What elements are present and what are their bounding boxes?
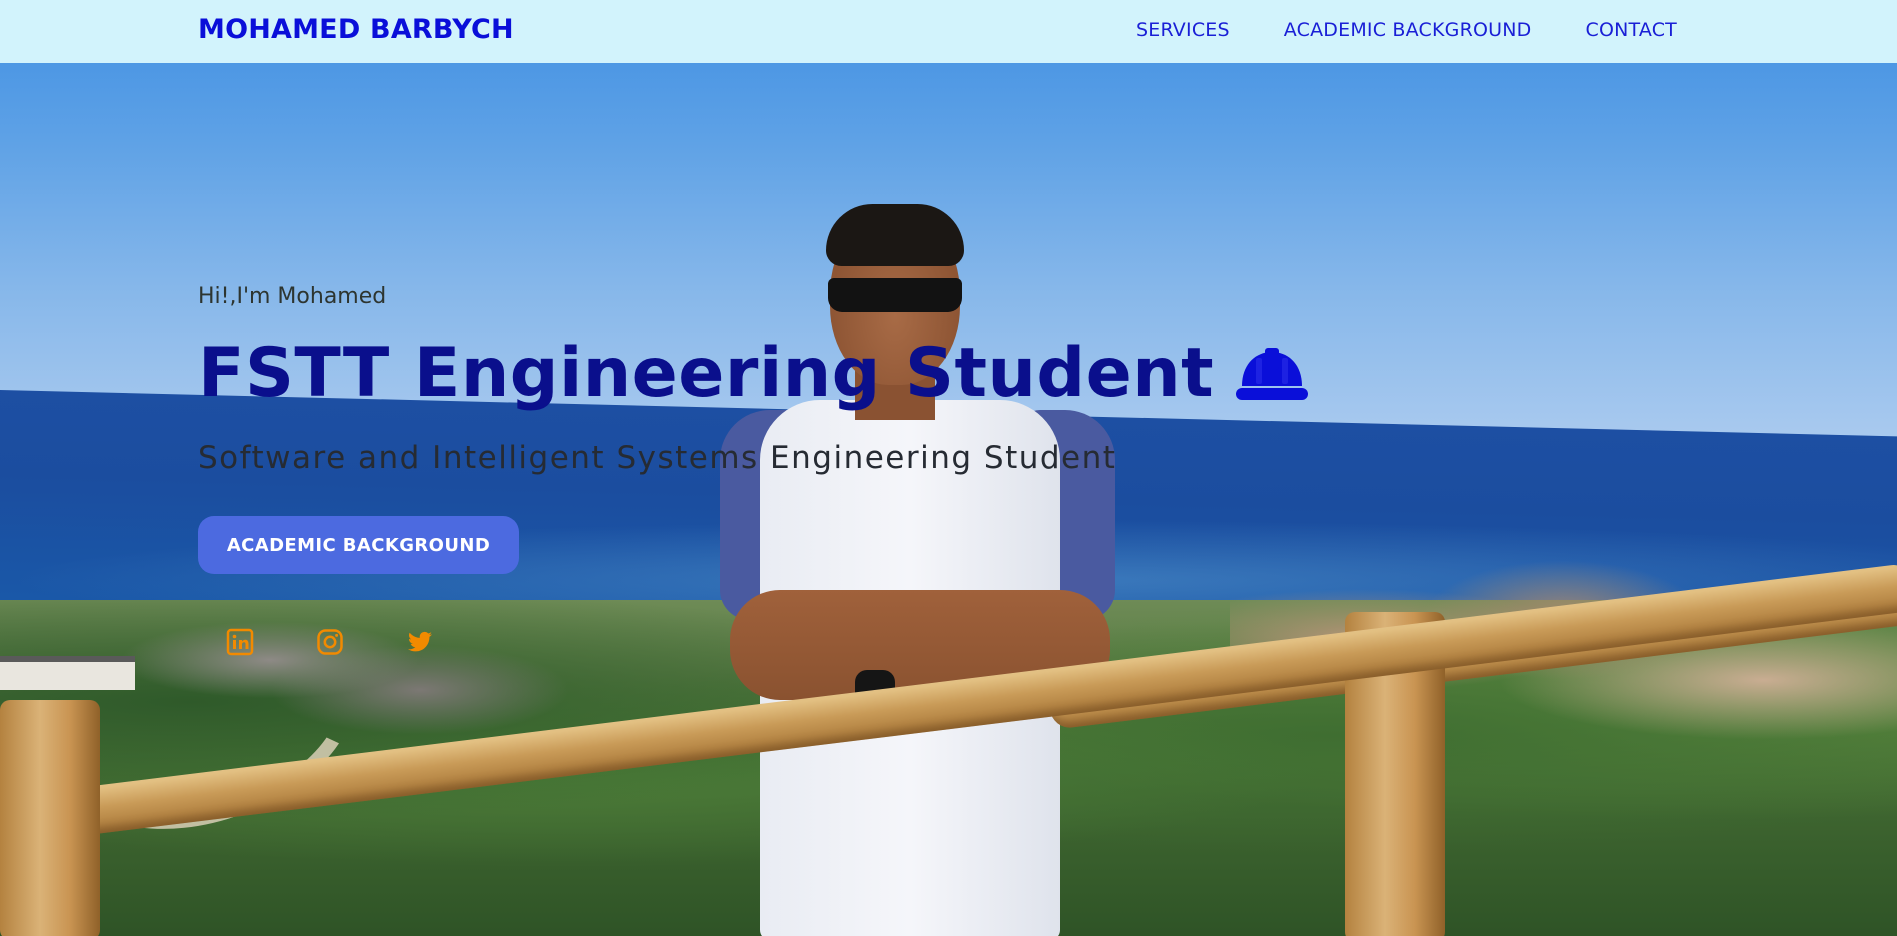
- helmet-icon: [1234, 344, 1310, 404]
- hero-headline: FSTT Engineering Student: [198, 334, 1310, 413]
- twitter-icon[interactable]: [406, 628, 434, 656]
- linkedin-icon[interactable]: [226, 628, 254, 656]
- academic-background-button[interactable]: ACADEMIC BACKGROUND: [198, 516, 519, 574]
- building: [0, 656, 135, 690]
- social-links: [226, 628, 434, 656]
- nav-link-services[interactable]: SERVICES: [1136, 19, 1230, 41]
- nav-link-contact[interactable]: CONTACT: [1585, 19, 1677, 41]
- navbar: MOHAMED BARBYCH SERVICES ACADEMIC BACKGR…: [0, 0, 1897, 63]
- brand-logo[interactable]: MOHAMED BARBYCH: [198, 14, 514, 45]
- hero-headline-text: FSTT Engineering Student: [198, 334, 1215, 413]
- person-photo: [720, 200, 1140, 936]
- hero-greeting: Hi!,I'm Mohamed: [198, 284, 387, 309]
- hair: [826, 204, 964, 266]
- nav-links: SERVICES ACADEMIC BACKGROUND CONTACT: [1136, 19, 1677, 41]
- fence-post-left: [0, 700, 100, 936]
- nav-link-academic-background[interactable]: ACADEMIC BACKGROUND: [1284, 19, 1532, 41]
- hero-subtitle: Software and Intelligent Systems Enginee…: [198, 440, 1117, 476]
- sunglasses: [828, 278, 962, 312]
- instagram-icon[interactable]: [316, 628, 344, 656]
